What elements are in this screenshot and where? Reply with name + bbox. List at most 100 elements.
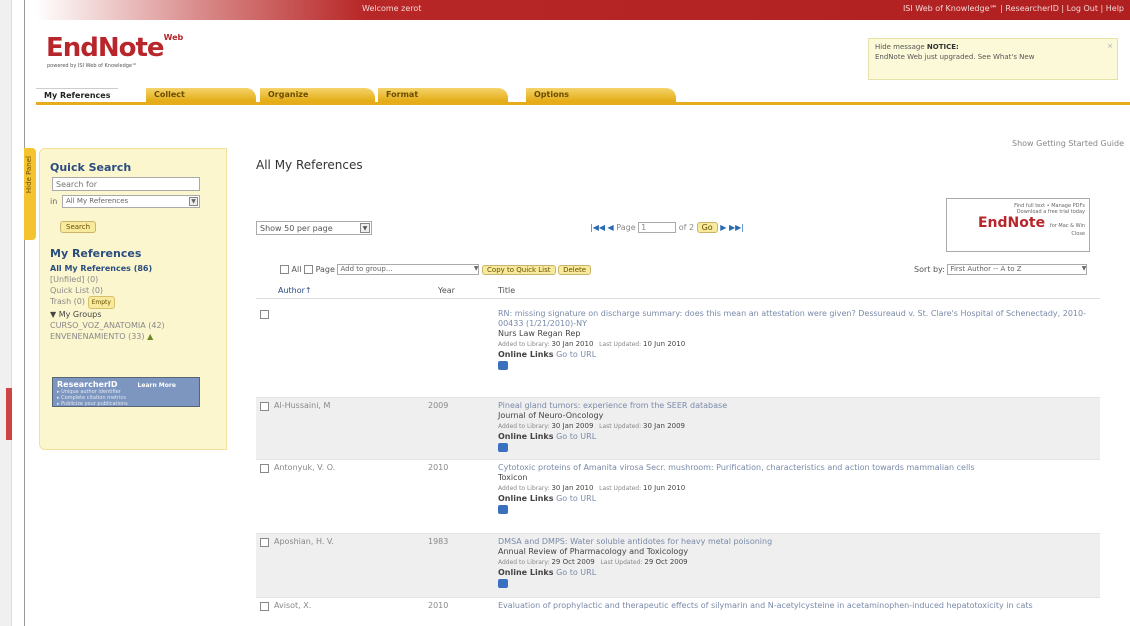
sidebar-item-all[interactable]: All My References (86) [50, 263, 165, 274]
logo-sup: Web [163, 33, 184, 42]
row-author[interactable]: Aposhian, H. V. [274, 537, 334, 546]
trash-label: Trash (0) [50, 297, 86, 306]
notice-text: EndNote Web just upgraded. See What's Ne… [875, 53, 1035, 61]
notice-hide[interactable]: Hide message [875, 43, 925, 51]
row-checkbox[interactable] [260, 538, 269, 547]
add-to-group-select[interactable]: Add to group... ▼ [337, 264, 480, 275]
hide-panel-tab[interactable]: Hide Panel [24, 148, 36, 240]
row-updated-date: 29 Oct 2009 [644, 558, 688, 566]
fulltext-icon[interactable] [498, 579, 508, 588]
select-page-label: Page [315, 265, 335, 274]
online-links-label: Online Links [498, 432, 554, 441]
row-added-date: 30 Jan 2010 [551, 484, 594, 492]
top-links[interactable]: ISI Web of Knowledge℠ | ResearcherID | L… [903, 4, 1124, 13]
tab-options[interactable]: Options [526, 88, 676, 102]
hide-panel-label: Hide Panel [25, 156, 33, 194]
search-scope-select[interactable]: All My References ▼ [62, 195, 200, 208]
online-links-label: Online Links [498, 494, 554, 503]
fulltext-icon[interactable] [498, 361, 508, 370]
title-column-header[interactable]: Title [498, 286, 515, 295]
learn-more-link[interactable]: Learn More [138, 382, 176, 389]
search-scope-value: All My References [66, 197, 129, 205]
row-journal: Annual Review of Pharmacology and Toxico… [498, 547, 689, 556]
side-panel: Quick Search in All My References ▼ Searc… [39, 148, 227, 450]
table-row: RN: missing signature on discharge summa… [256, 306, 1100, 398]
page-input[interactable]: 1 [638, 222, 677, 233]
logo-text: EndNote [46, 33, 165, 63]
added-label: Added to Library: [498, 485, 550, 492]
tab-organize[interactable]: Organize [260, 88, 375, 102]
quick-search-title: Quick Search [50, 161, 132, 174]
sidebar-item-unfiled[interactable]: [Unfiled] (0) [50, 274, 165, 285]
researcherid-banner[interactable]: ResearcherID Learn More ▸ Unique author i… [52, 377, 200, 407]
author-column-header[interactable]: Author↑ [278, 286, 312, 295]
go-to-url-link[interactable]: Go to URL [556, 350, 596, 359]
getting-started-link[interactable]: Show Getting Started Guide [1012, 139, 1124, 148]
search-button[interactable]: Search [60, 221, 97, 233]
logo-powered: powered by ISI Web of Knowledge℠ [47, 63, 138, 69]
row-title[interactable]: RN: missing signature on discharge summa… [498, 309, 1098, 329]
tab-my-references[interactable]: My References [36, 88, 119, 102]
table-row: Avisot, X. 2010 Evaluation of prophylact… [256, 598, 1100, 626]
my-references-title: My References [50, 247, 142, 260]
row-title[interactable]: Evaluation of prophylactic and therapeut… [498, 601, 1098, 611]
last-page-icon[interactable]: ▶▶| [729, 223, 744, 232]
row-year: 2009 [428, 401, 449, 410]
endnote-logo[interactable]: EndNoteWeb powered by ISI Web of Knowled… [46, 33, 184, 69]
row-checkbox[interactable] [260, 310, 269, 319]
tab-collect[interactable]: Collect [146, 88, 256, 102]
row-author[interactable]: Avisot, X. [274, 601, 311, 610]
prev-page-icon[interactable]: ◀ [608, 223, 614, 232]
sort-select[interactable]: First Author -- A to Z ▼ [947, 264, 1088, 275]
endnote-ad[interactable]: Find full text • Manage PDFs Download a … [946, 198, 1090, 252]
row-title[interactable]: Pineal gland tumors: experience from the… [498, 401, 1098, 411]
chevron-down-icon: ▼ [189, 197, 198, 206]
close-icon[interactable]: × [1107, 41, 1113, 51]
first-page-icon[interactable]: |◀◀ [590, 223, 605, 232]
row-checkbox[interactable] [260, 464, 269, 473]
ad-close[interactable]: Close [947, 231, 1089, 237]
row-author[interactable]: Antonyuk, V. O. [274, 463, 335, 472]
fulltext-icon[interactable] [498, 505, 508, 514]
row-checkbox[interactable] [260, 402, 269, 411]
tab-format[interactable]: Format [378, 88, 508, 102]
row-journal: Journal of Neuro-Oncology [498, 411, 604, 420]
row-added-date: 29 Oct 2009 [551, 558, 595, 566]
search-input[interactable] [52, 177, 200, 191]
sidebar-item-my-groups[interactable]: ▼ My Groups [50, 309, 165, 320]
fulltext-icon[interactable] [498, 443, 508, 452]
year-column-header[interactable]: Year [438, 286, 455, 295]
add-to-group-value: Add to group... [340, 265, 393, 273]
select-page-checkbox[interactable] [304, 265, 314, 274]
row-updated-date: 10 Jun 2010 [643, 340, 686, 348]
sidebar-item-group-2[interactable]: ENVENENAMIENTO (33) ▲ [50, 331, 165, 342]
row-added-date: 30 Jan 2009 [551, 422, 594, 430]
go-to-url-link[interactable]: Go to URL [556, 568, 596, 577]
notice-box: Hide message NOTICE: EndNote Web just up… [868, 38, 1118, 80]
row-author[interactable]: Al-Hussaini, M [274, 401, 330, 410]
select-all-checkbox[interactable] [280, 265, 289, 274]
table-row: Al-Hussaini, M 2009 Pineal gland tumors:… [256, 398, 1100, 460]
table-header: Author↑ Year Title [256, 285, 1100, 299]
sidebar-item-quick-list[interactable]: Quick List (0) [50, 285, 165, 296]
go-button[interactable]: Go [696, 222, 718, 233]
sidebar-item-group-1[interactable]: CURSO_VOZ_ANATOMIA (42) [50, 320, 165, 331]
sidebar-item-trash[interactable]: Trash (0) Empty [50, 296, 165, 309]
added-label: Added to Library: [498, 341, 550, 348]
empty-trash-button[interactable]: Empty [87, 296, 115, 309]
row-updated-date: 30 Jan 2009 [643, 422, 686, 430]
delete-button[interactable]: Delete [558, 264, 592, 275]
go-to-url-link[interactable]: Go to URL [556, 494, 596, 503]
go-to-url-link[interactable]: Go to URL [556, 432, 596, 441]
next-page-icon[interactable]: ▶ [720, 223, 726, 232]
per-page-select[interactable]: Show 50 per page ▼ [256, 221, 372, 235]
row-title[interactable]: DMSA and DMPS: Water soluble antidotes f… [498, 537, 1098, 547]
search-in-label: in [50, 197, 58, 206]
edge-marker [6, 388, 12, 440]
updated-label: Last Updated: [599, 341, 642, 348]
row-checkbox[interactable] [260, 602, 269, 611]
sort-label: Sort by: [914, 265, 945, 274]
copy-quick-list-button[interactable]: Copy to Quick List [482, 264, 556, 275]
row-title[interactable]: Cytotoxic proteins of Amanita virosa Sec… [498, 463, 1098, 473]
group-shared-icon: ▲ [147, 332, 154, 341]
